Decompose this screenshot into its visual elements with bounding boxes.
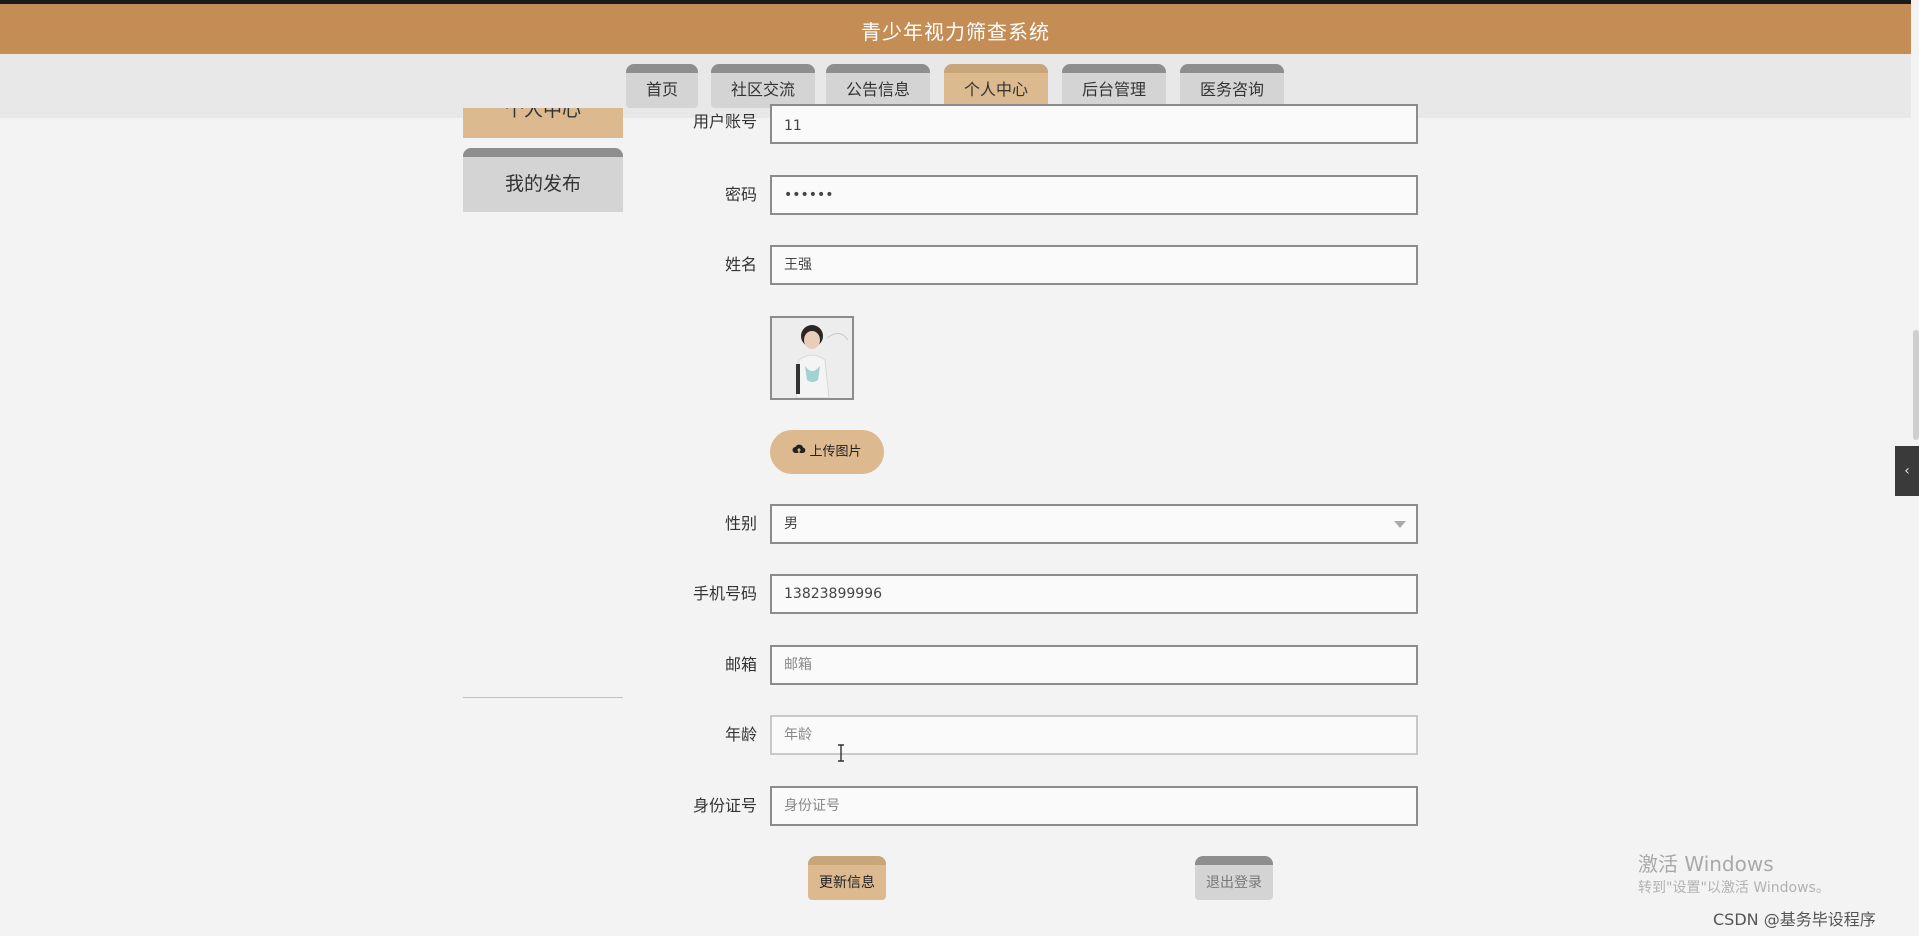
- windows-activation-title: 激活 Windows: [1638, 852, 1774, 876]
- csdn-watermark: CSDN @基务毕设程序: [1713, 910, 1876, 929]
- gender-selected-value: 男: [784, 516, 798, 532]
- upload-button-label: 上传图片: [809, 444, 862, 460]
- id-card-row: 身份证号 身份证号: [620, 786, 1420, 826]
- password-field[interactable]: ••••••: [770, 175, 1418, 215]
- id-card-label: 身份证号: [692, 796, 757, 815]
- sidebar-item-my-posts[interactable]: 我的发布: [463, 148, 623, 212]
- logout-button[interactable]: 退出登录: [1195, 856, 1273, 900]
- age-field[interactable]: 年龄: [770, 715, 1418, 755]
- email-label: 邮箱: [724, 655, 757, 674]
- password-row: 密码 ••••••: [620, 175, 1420, 215]
- upload-image-button[interactable]: 上传图片: [770, 430, 884, 474]
- sidebar-divider: [463, 697, 623, 698]
- phone-field[interactable]: 13823899996: [770, 574, 1418, 614]
- panel-toggle-button[interactable]: ‹: [1895, 446, 1919, 496]
- chevron-left-icon: ‹: [1904, 463, 1910, 479]
- name-field[interactable]: 王强: [770, 245, 1418, 285]
- password-label: 密码: [724, 185, 757, 204]
- nav-announcements[interactable]: 公告信息: [826, 64, 930, 108]
- email-field[interactable]: 邮箱: [770, 645, 1418, 685]
- scrollbar-thumb[interactable]: [1913, 330, 1919, 440]
- avatar-image: [770, 316, 854, 400]
- email-row: 邮箱 邮箱: [620, 645, 1420, 685]
- account-field[interactable]: 11: [770, 104, 1418, 144]
- update-info-button[interactable]: 更新信息: [808, 856, 886, 900]
- text-cursor-icon: [837, 744, 844, 762]
- age-label: 年龄: [724, 725, 757, 744]
- name-row: 姓名 王强: [620, 245, 1420, 285]
- account-label: 用户账号: [692, 112, 757, 131]
- nav-admin[interactable]: 后台管理: [1062, 64, 1166, 108]
- account-row: 用户账号 11: [620, 104, 1420, 144]
- gender-row: 性别 男: [620, 504, 1420, 544]
- site-title: 青少年视力筛查系统: [861, 20, 1050, 44]
- sidebar-item-personal-center[interactable]: 个人中心: [463, 108, 623, 138]
- nav-medical-consult[interactable]: 医务咨询: [1180, 64, 1284, 108]
- nav-home[interactable]: 首页: [626, 64, 698, 108]
- age-row: 年龄 年龄: [620, 715, 1420, 755]
- cloud-upload-icon: [792, 430, 806, 474]
- id-card-field[interactable]: 身份证号: [770, 786, 1418, 826]
- chevron-down-icon: [1394, 521, 1406, 528]
- name-label: 姓名: [724, 255, 757, 274]
- gender-label: 性别: [724, 514, 757, 533]
- phone-label: 手机号码: [692, 584, 757, 603]
- phone-row: 手机号码 13823899996: [620, 574, 1420, 614]
- nav-personal-center[interactable]: 个人中心: [944, 64, 1048, 108]
- windows-activation-subtitle: 转到"设置"以激活 Windows。: [1638, 880, 1830, 896]
- gender-select[interactable]: 男: [770, 504, 1418, 544]
- top-header: 青少年视力筛查系统: [0, 0, 1911, 54]
